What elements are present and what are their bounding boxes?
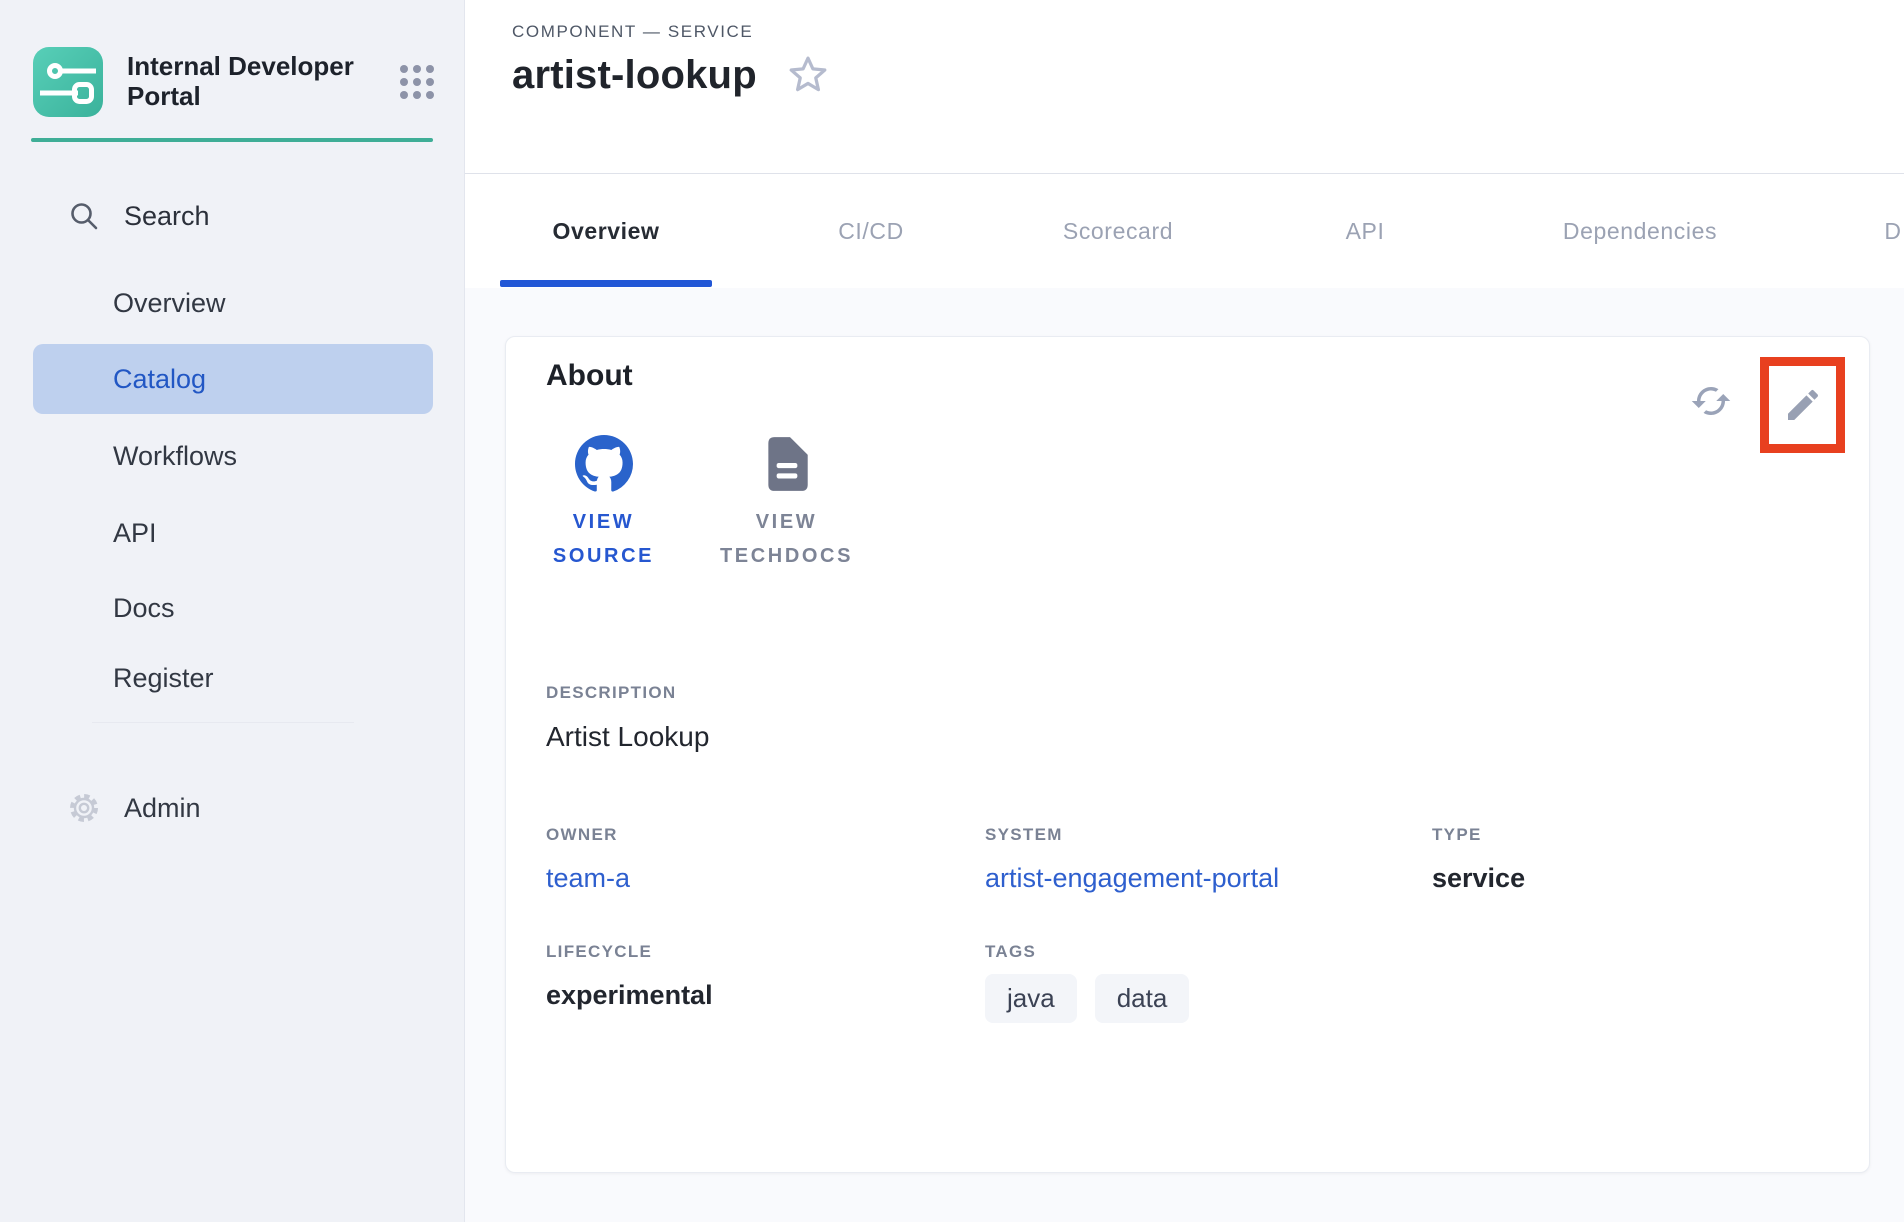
sidebar-item-admin[interactable]: Admin xyxy=(66,790,201,826)
tab-api[interactable]: API xyxy=(1324,174,1406,288)
sidebar-item-search[interactable]: Search xyxy=(68,200,210,232)
lifecycle-value: experimental xyxy=(546,980,985,1011)
grid-dots-icon[interactable] xyxy=(400,65,434,99)
entity-header: COMPONENT — SERVICE artist-lookup Overvi… xyxy=(465,0,1904,288)
content-area: About VIEW SOURCE xyxy=(465,288,1904,1222)
edit-button-highlighted[interactable] xyxy=(1760,357,1845,453)
techdocs-file-icon xyxy=(762,435,812,493)
view-source-line1: VIEW xyxy=(553,505,654,539)
description-label: DESCRIPTION xyxy=(546,683,709,703)
tag-chip[interactable]: data xyxy=(1095,974,1190,1023)
main-area: COMPONENT — SERVICE artist-lookup Overvi… xyxy=(465,0,1904,1222)
github-icon xyxy=(575,435,633,493)
owner-field: OWNER team-a xyxy=(546,825,985,894)
search-icon xyxy=(68,200,100,232)
tab-bar: Overview CI/CD Scorecard API Dependencie… xyxy=(500,174,1904,288)
system-label: SYSTEM xyxy=(985,825,1432,845)
tab-scorecard[interactable]: Scorecard xyxy=(1045,174,1191,288)
sidebar-item-workflows[interactable]: Workflows xyxy=(113,434,237,478)
sidebar-item-register[interactable]: Register xyxy=(113,656,214,700)
view-techdocs-link[interactable]: VIEW TECHDOCS xyxy=(709,435,864,573)
sidebar-accent-divider xyxy=(31,138,433,142)
owner-value-link[interactable]: team-a xyxy=(546,863,985,894)
view-techdocs-line1: VIEW xyxy=(720,505,853,539)
about-card-title: About xyxy=(546,359,633,393)
tag-chip[interactable]: java xyxy=(985,974,1077,1023)
refresh-button[interactable] xyxy=(1689,379,1733,423)
view-source-link[interactable]: VIEW SOURCE xyxy=(546,435,661,573)
sidebar: Internal Developer Portal Search Overvie… xyxy=(0,0,465,1222)
sidebar-item-overview[interactable]: Overview xyxy=(113,281,226,325)
lifecycle-label: LIFECYCLE xyxy=(546,942,985,962)
sidebar-item-api[interactable]: API xyxy=(113,511,157,555)
page-title: artist-lookup xyxy=(512,53,757,98)
system-field: SYSTEM artist-engagement-portal xyxy=(985,825,1432,894)
type-label: TYPE xyxy=(1432,825,1829,845)
system-value-link[interactable]: artist-engagement-portal xyxy=(985,863,1432,894)
edit-pencil-icon xyxy=(1783,385,1823,425)
search-label: Search xyxy=(124,201,210,232)
admin-label: Admin xyxy=(124,793,201,824)
brand[interactable]: Internal Developer Portal xyxy=(33,47,434,117)
refresh-icon xyxy=(1690,380,1732,422)
tab-cicd[interactable]: CI/CD xyxy=(821,174,921,288)
type-field: TYPE service xyxy=(1432,825,1829,894)
portal-logo-icon xyxy=(33,47,103,117)
tab-clipped[interactable]: D xyxy=(1864,174,1904,288)
tab-overview[interactable]: Overview xyxy=(500,174,712,288)
sidebar-item-catalog-highlight[interactable] xyxy=(33,344,433,414)
about-card: About VIEW SOURCE xyxy=(505,336,1870,1173)
gear-icon xyxy=(66,790,102,826)
tags-label: TAGS xyxy=(985,942,1432,962)
view-techdocs-line2: TECHDOCS xyxy=(720,539,853,573)
breadcrumb: COMPONENT — SERVICE xyxy=(512,22,753,42)
portal-title: Internal Developer Portal xyxy=(127,52,359,112)
sidebar-item-catalog[interactable]: Catalog xyxy=(113,357,206,401)
sidebar-item-docs[interactable]: Docs xyxy=(113,586,175,630)
owner-label: OWNER xyxy=(546,825,985,845)
type-value: service xyxy=(1432,863,1829,894)
tab-dependencies[interactable]: Dependencies xyxy=(1549,174,1731,288)
description-value: Artist Lookup xyxy=(546,721,709,753)
lifecycle-field: LIFECYCLE experimental xyxy=(546,942,985,1023)
star-outline-icon[interactable] xyxy=(785,52,831,98)
view-source-line2: SOURCE xyxy=(553,539,654,573)
sidebar-divider xyxy=(92,722,354,723)
tags-field: TAGS java data xyxy=(985,942,1432,1023)
